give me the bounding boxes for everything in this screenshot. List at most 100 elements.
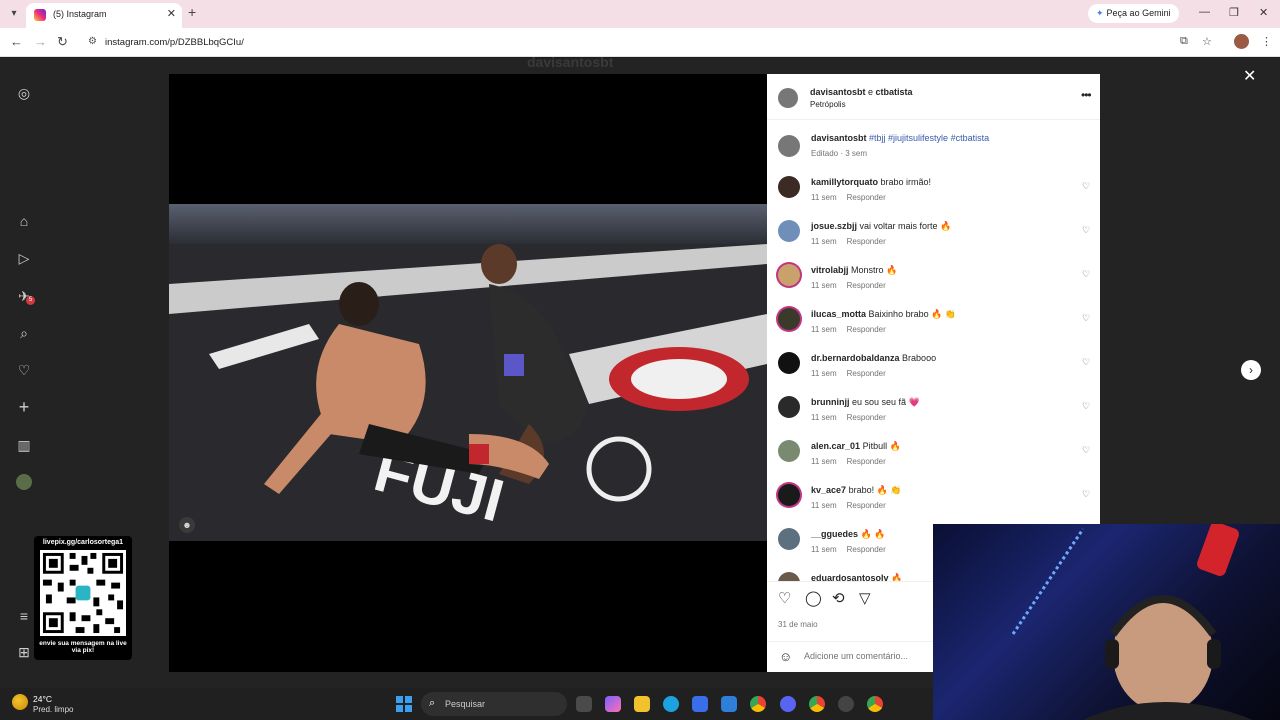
- reply-link[interactable]: Responder: [847, 413, 886, 422]
- caption-avatar[interactable]: [778, 135, 800, 157]
- comment-username[interactable]: eduardosantosolv: [811, 573, 889, 581]
- discord-icon[interactable]: [780, 696, 796, 712]
- like-comment-heart-icon[interactable]: ♡: [1082, 401, 1090, 412]
- app-settings-icon[interactable]: [838, 696, 854, 712]
- restore-window-icon[interactable]: ❐: [1229, 6, 1239, 19]
- outlook-icon[interactable]: [721, 696, 737, 712]
- dashboard-icon[interactable]: ▥: [16, 437, 32, 453]
- collaborator-username[interactable]: ctbatista: [876, 87, 913, 97]
- like-comment-heart-icon[interactable]: ♡: [1082, 489, 1090, 500]
- post-date[interactable]: 31 de maio: [778, 620, 818, 629]
- windows-start-icon[interactable]: [396, 696, 412, 712]
- file-explorer-icon[interactable]: [634, 696, 650, 712]
- comment-username[interactable]: kamillytorquato: [811, 177, 878, 187]
- comment-avatar[interactable]: [778, 528, 800, 550]
- profile-avatar-sidebar[interactable]: [16, 474, 32, 490]
- comment-avatar[interactable]: [778, 396, 800, 418]
- like-comment-heart-icon[interactable]: ♡: [1082, 181, 1090, 192]
- comment-username[interactable]: __gguedes: [811, 529, 858, 539]
- share-send-icon[interactable]: ▽: [859, 589, 871, 607]
- more-options-icon[interactable]: •••: [1081, 88, 1092, 102]
- browser-menu-icon[interactable]: ⋮: [1261, 35, 1272, 48]
- create-plus-icon[interactable]: +: [16, 398, 32, 416]
- weather-description[interactable]: Pred. limpo: [33, 705, 73, 714]
- like-comment-heart-icon[interactable]: ♡: [1082, 357, 1090, 368]
- task-view-icon[interactable]: [576, 696, 592, 712]
- comment-username[interactable]: brunninjj: [811, 397, 850, 407]
- author-username[interactable]: davisantosbt: [810, 87, 866, 97]
- emoji-icon[interactable]: ☺: [779, 649, 792, 664]
- install-app-icon[interactable]: ⧉: [1180, 35, 1188, 48]
- bookmark-star-icon[interactable]: ☆: [1202, 35, 1212, 48]
- comment-username[interactable]: vitrolabjj: [811, 265, 849, 275]
- comment-avatar[interactable]: [778, 572, 800, 581]
- chrome-icon[interactable]: [750, 696, 766, 712]
- microsoft-store-icon[interactable]: [692, 696, 708, 712]
- close-window-icon[interactable]: ✕: [1259, 6, 1268, 19]
- like-comment-heart-icon[interactable]: ♡: [1082, 225, 1090, 236]
- reply-link[interactable]: Responder: [847, 325, 886, 334]
- search-icon[interactable]: ⌕: [16, 325, 32, 341]
- comment-username[interactable]: alen.car_01: [811, 441, 860, 451]
- forward-arrow-icon[interactable]: →: [34, 34, 47, 49]
- like-comment-heart-icon[interactable]: ♡: [1082, 269, 1090, 280]
- reply-link[interactable]: Responder: [847, 193, 886, 202]
- like-heart-icon[interactable]: ♡: [778, 589, 791, 607]
- author-avatar[interactable]: [778, 88, 798, 108]
- tab-search-chevron-icon[interactable]: ▾: [6, 6, 22, 22]
- also-from-meta-icon[interactable]: ⊞: [16, 644, 32, 660]
- browser-tab-instagram[interactable]: (5) Instagram ✕: [26, 3, 182, 28]
- comment-username[interactable]: josue.szbjj: [811, 221, 857, 231]
- comment-username[interactable]: dr.bernardobaldanza: [811, 353, 900, 363]
- edge-browser-icon[interactable]: [663, 696, 679, 712]
- comment-avatar[interactable]: [778, 484, 800, 506]
- comment-avatar[interactable]: [778, 220, 800, 242]
- chrome-profile-icon[interactable]: [809, 696, 825, 712]
- post-photo[interactable]: FUJI ☻: [169, 204, 767, 541]
- reload-icon[interactable]: ↻: [57, 34, 68, 50]
- minimize-window-icon[interactable]: —: [1199, 6, 1210, 18]
- notifications-heart-icon[interactable]: ♡: [16, 362, 32, 378]
- reply-link[interactable]: Responder: [847, 501, 886, 510]
- reply-link[interactable]: Responder: [847, 281, 886, 290]
- copilot-icon[interactable]: [605, 696, 621, 712]
- profile-avatar[interactable]: [1234, 34, 1249, 49]
- comment-username[interactable]: kv_ace7: [811, 485, 846, 495]
- reply-link[interactable]: Responder: [847, 457, 886, 466]
- comment-username[interactable]: ilucas_motta: [811, 309, 866, 319]
- weather-temperature[interactable]: 24°C: [33, 694, 52, 704]
- chrome-second-icon[interactable]: [867, 696, 883, 712]
- tab-close-icon[interactable]: ✕: [167, 7, 176, 20]
- url-text[interactable]: instagram.com/p/DZBBLbqGCIu/: [105, 37, 244, 48]
- close-post-icon[interactable]: ✕: [1243, 66, 1256, 86]
- site-info-icon[interactable]: ⚙: [88, 36, 97, 47]
- address-bar[interactable]: ⚙ instagram.com/p/DZBBLbqGCIu/: [82, 32, 1182, 53]
- reply-link[interactable]: Responder: [847, 237, 886, 246]
- comment-avatar[interactable]: [778, 176, 800, 198]
- weather-sun-icon[interactable]: [12, 694, 28, 710]
- reels-icon[interactable]: ▷: [16, 250, 32, 266]
- reply-link[interactable]: Responder: [847, 369, 886, 378]
- home-icon[interactable]: ⌂: [16, 213, 32, 229]
- post-location[interactable]: Petrópolis: [810, 100, 846, 109]
- caption-hashtags[interactable]: #tbjj #jiujitsulifestyle #ctbatista: [869, 133, 989, 143]
- comment-avatar[interactable]: [778, 264, 800, 286]
- like-comment-heart-icon[interactable]: ♡: [1082, 313, 1090, 324]
- like-comment-heart-icon[interactable]: ♡: [1082, 445, 1090, 456]
- more-menu-icon[interactable]: ≡: [16, 608, 32, 624]
- back-arrow-icon[interactable]: ←: [10, 34, 23, 49]
- gemini-button[interactable]: ✦ Peça ao Gemini: [1088, 4, 1179, 23]
- comments-list[interactable]: davisantosbt #tbjj #jiujitsulifestyle #c…: [767, 121, 1100, 581]
- caption-username[interactable]: davisantosbt: [811, 133, 867, 143]
- comment-bubble-icon[interactable]: ◯: [805, 589, 822, 607]
- reply-link[interactable]: Responder: [847, 545, 886, 554]
- repost-icon[interactable]: ⟲: [832, 589, 845, 607]
- taskbar-search[interactable]: ⌕ Pesquisar: [421, 692, 567, 716]
- comment-avatar[interactable]: [778, 308, 800, 330]
- comment-avatar[interactable]: [778, 440, 800, 462]
- next-post-arrow-icon[interactable]: ›: [1241, 360, 1261, 380]
- instagram-logo-icon[interactable]: ◎: [16, 85, 32, 101]
- comment-avatar[interactable]: [778, 352, 800, 374]
- tagged-user-icon[interactable]: ☻: [179, 517, 195, 533]
- new-tab-button[interactable]: +: [188, 4, 196, 20]
